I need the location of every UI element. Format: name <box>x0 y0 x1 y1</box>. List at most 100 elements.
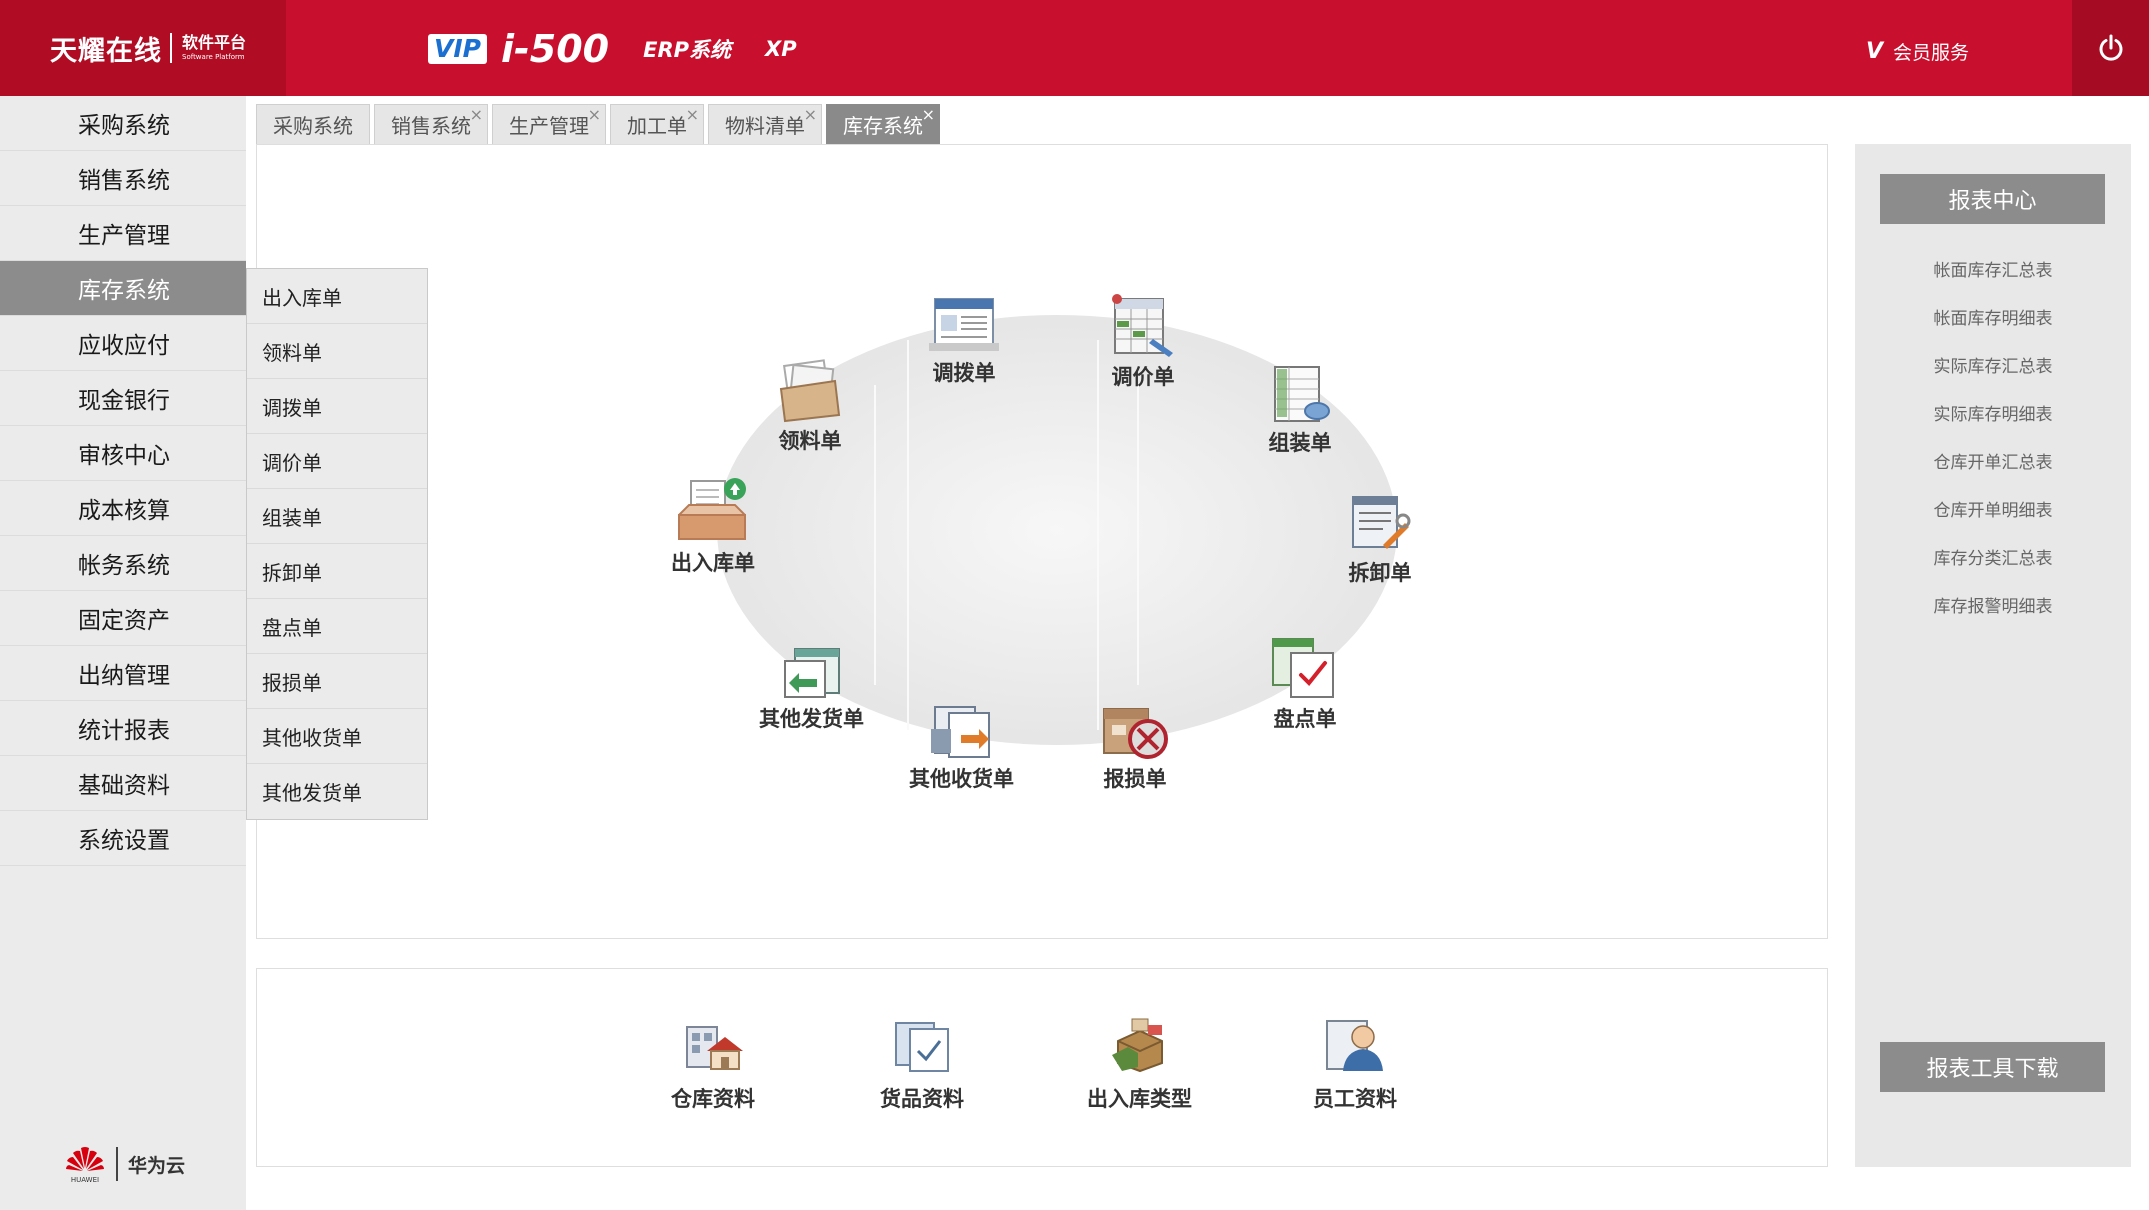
sidebar-item-cash-bank[interactable]: 现金银行 <box>0 371 246 426</box>
flow-node-damage-report[interactable]: 报损单 <box>1100 701 1170 793</box>
flow-node-label: 报损单 <box>1103 767 1167 791</box>
submenu-item-transfer[interactable]: 调拨单 <box>247 379 427 434</box>
warehouse-icon <box>686 1026 743 1070</box>
ledger-icon <box>1274 366 1330 422</box>
power-icon <box>2099 34 2122 61</box>
flow-node-stocktake[interactable]: 盘点单 <box>1269 635 1341 733</box>
flow-node-transfer[interactable]: 调拨单 <box>927 295 1001 387</box>
sidebar-item-reports[interactable]: 统计报表 <box>0 701 246 756</box>
sidebar-item-fixed-assets[interactable]: 固定资产 <box>0 591 246 646</box>
goods-list-icon <box>895 1022 949 1072</box>
sidebar-item-inventory[interactable]: 库存系统 <box>0 261 246 316</box>
quick-warehouse-data[interactable]: 仓库资料 <box>671 1017 755 1113</box>
spreadsheet-icon <box>1112 294 1173 357</box>
tab-label: 库存系统 <box>843 114 923 138</box>
submenu-item-other-shipment[interactable]: 其他发货单 <box>247 764 427 819</box>
tab-bill-of-materials[interactable]: 物料清单 × <box>708 104 822 144</box>
submenu-item-disassembly[interactable]: 拆卸单 <box>247 544 427 599</box>
logo-divider <box>170 33 172 63</box>
tab-label: 销售系统 <box>391 114 471 138</box>
flow-divider <box>1097 340 1099 730</box>
report-link-book-stock-detail[interactable]: 帐面库存明细表 <box>1855 292 2131 340</box>
power-button[interactable] <box>2072 0 2149 96</box>
report-link-actual-stock-detail[interactable]: 实际库存明细表 <box>1855 388 2131 436</box>
tab-processing-order[interactable]: 加工单 × <box>610 104 704 144</box>
tab-label: 采购系统 <box>273 114 353 138</box>
tab-inventory[interactable]: 库存系统 × <box>826 104 940 144</box>
flow-node-other-shipment[interactable]: 其他发货单 <box>759 645 864 733</box>
close-icon[interactable]: × <box>470 107 483 123</box>
member-service-label: 会员服务 <box>1893 42 1970 64</box>
quick-item-label: 仓库资料 <box>671 1087 755 1111</box>
submenu-item-other-receipt[interactable]: 其他收货单 <box>247 709 427 764</box>
sidebar-item-settings[interactable]: 系统设置 <box>0 811 246 866</box>
flow-node-label: 拆卸单 <box>1348 561 1412 585</box>
report-link-stock-category-summary[interactable]: 库存分类汇总表 <box>1855 532 2131 580</box>
sidebar-item-costing[interactable]: 成本核算 <box>0 481 246 536</box>
quick-stock-io-type[interactable]: 出入库类型 <box>1087 1017 1192 1113</box>
huawei-divider <box>116 1147 118 1181</box>
report-center-panel: 报表中心 帐面库存汇总表 帐面库存明细表 实际库存汇总表 实际库存明细表 仓库开… <box>1855 144 2131 1167</box>
flow-node-label: 出入库单 <box>671 551 755 575</box>
xp-label: XP <box>765 37 797 61</box>
top-header: 天耀在线 软件平台 Software Platform VIP i-500 ER… <box>0 0 2149 96</box>
submenu-item-price-adjust[interactable]: 调价单 <box>247 434 427 489</box>
flow-node-label: 组装单 <box>1268 431 1332 455</box>
submenu-item-stocktake[interactable]: 盘点单 <box>247 599 427 654</box>
tab-purchase[interactable]: 采购系统 <box>256 104 370 144</box>
flow-node-price-adjust[interactable]: 调价单 <box>1107 293 1179 391</box>
report-link-book-stock-summary[interactable]: 帐面库存汇总表 <box>1855 244 2131 292</box>
sidebar-item-cashier[interactable]: 出纳管理 <box>0 646 246 701</box>
quick-item-label: 货品资料 <box>880 1087 964 1111</box>
close-icon[interactable]: × <box>686 107 699 123</box>
sidebar-item-purchase[interactable]: 采购系统 <box>0 96 246 151</box>
quick-item-label: 出入库类型 <box>1087 1087 1192 1111</box>
flow-node-other-receipt[interactable]: 其他收货单 <box>909 701 1014 793</box>
sidebar-item-audit[interactable]: 审核中心 <box>0 426 246 481</box>
sidebar-item-receivable-payable[interactable]: 应收应付 <box>0 316 246 371</box>
inventory-flow-panel: 出入库单 领料单 调拨单 调价单 组装单 拆卸单 盘点单 报损单 其他收货单 其… <box>256 144 1828 939</box>
logo-sub-cn: 软件平台 <box>182 33 247 52</box>
report-tool-download-button[interactable]: 报表工具下载 <box>1880 1042 2105 1092</box>
flow-node-assembly[interactable]: 组装单 <box>1267 363 1333 457</box>
receive-goods-icon <box>930 706 990 758</box>
huawei-cloud-label: 华为云 <box>128 1154 186 1177</box>
flow-node-material-requisition[interactable]: 领料单 <box>777 359 843 455</box>
submenu-item-material-requisition[interactable]: 领料单 <box>247 324 427 379</box>
report-link-actual-stock-summary[interactable]: 实际库存汇总表 <box>1855 340 2131 388</box>
sidebar-item-accounting[interactable]: 帐务系统 <box>0 536 246 591</box>
logo-sub-en: Software Platform <box>182 53 245 61</box>
flow-node-stock-in-out[interactable]: 出入库单 <box>671 475 755 577</box>
logo-subtitle: 软件平台 Software Platform <box>182 35 246 61</box>
close-icon[interactable]: × <box>588 107 601 123</box>
tab-label: 物料清单 <box>725 114 805 138</box>
quick-employee-data[interactable]: 员工资料 <box>1313 1017 1397 1113</box>
close-icon[interactable]: × <box>922 107 935 123</box>
report-center-title: 报表中心 <box>1880 174 2105 224</box>
sidebar-item-sales[interactable]: 销售系统 <box>0 151 246 206</box>
report-link-stock-alert-detail[interactable]: 库存报警明细表 <box>1855 580 2131 628</box>
close-icon[interactable]: × <box>804 107 817 123</box>
report-link-warehouse-order-detail[interactable]: 仓库开单明细表 <box>1855 484 2131 532</box>
report-link-warehouse-order-summary[interactable]: 仓库开单汇总表 <box>1855 436 2131 484</box>
sidebar-item-production[interactable]: 生产管理 <box>0 206 246 261</box>
boxes-icon <box>1111 1018 1163 1073</box>
submenu-item-stock-in-out[interactable]: 出入库单 <box>247 269 427 324</box>
tab-bar: 采购系统 销售系统 × 生产管理 × 加工单 × 物料清单 × 库存系统 × <box>256 104 944 144</box>
quick-goods-data[interactable]: 货品资料 <box>880 1017 964 1113</box>
submenu-item-damage-report[interactable]: 报损单 <box>247 654 427 709</box>
member-service-link[interactable]: V 会员服务 <box>1866 38 1969 65</box>
tab-label: 加工单 <box>627 114 687 138</box>
app-logo[interactable]: 天耀在线 软件平台 Software Platform <box>0 0 286 96</box>
sidebar-item-basic-data[interactable]: 基础资料 <box>0 756 246 811</box>
damaged-box-icon <box>1103 708 1168 759</box>
quick-item-label: 员工资料 <box>1313 1087 1397 1111</box>
huawei-logo-icon: HUAWEI <box>66 1147 104 1184</box>
submenu-item-assembly[interactable]: 组装单 <box>247 489 427 544</box>
flow-node-label: 领料单 <box>778 429 842 453</box>
tab-sales[interactable]: 销售系统 × <box>374 104 488 144</box>
tab-production[interactable]: 生产管理 × <box>492 104 606 144</box>
sidebar: 采购系统 销售系统 生产管理 库存系统 应收应付 现金银行 审核中心 成本核算 … <box>0 96 246 1210</box>
flow-node-disassembly[interactable]: 拆卸单 <box>1347 493 1413 587</box>
product-brand: VIP i-500 ERP系统 XP <box>428 30 797 68</box>
